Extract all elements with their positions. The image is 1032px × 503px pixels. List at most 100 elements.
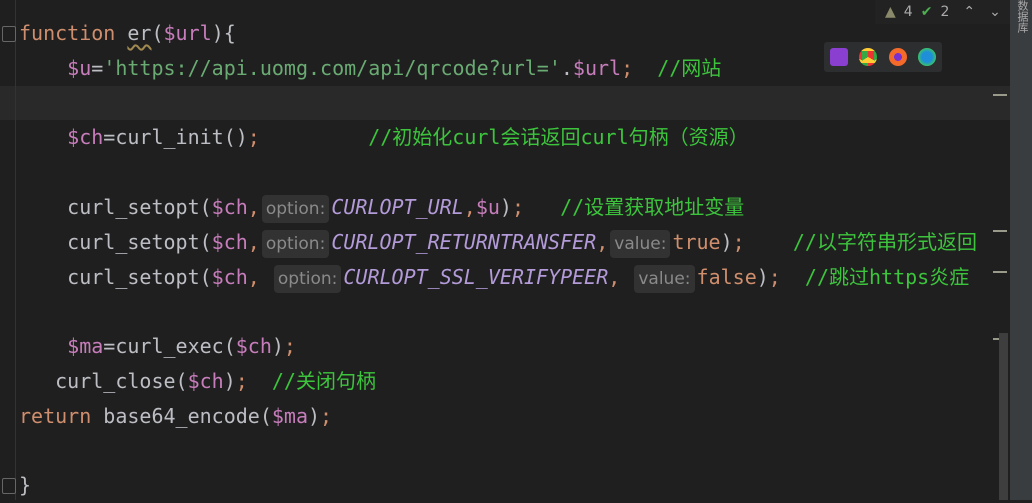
code-token: ) [271, 334, 284, 359]
code-token: ) [720, 229, 733, 254]
code-token: $u [475, 195, 500, 219]
code-token: ; [732, 229, 745, 254]
next-highlight-button[interactable]: ⌄ [989, 4, 1001, 20]
code-token: ; [511, 195, 524, 219]
error-stripe-mark[interactable] [993, 230, 1007, 232]
code-token: $ch [211, 229, 248, 254]
edge-icon[interactable] [918, 48, 937, 66]
right-tool-strip: 数据库 [1010, 0, 1032, 500]
code-line[interactable]: $ma=curl_exec($ch); [19, 329, 296, 364]
code-token: CURLOPT_URL [331, 195, 464, 219]
code-comment: //以字符串形式返回 [744, 229, 977, 254]
check-icon: ✔ [920, 4, 933, 20]
code-token: 'https://api.uomg.com/api/qrcode?url=' [103, 55, 561, 80]
code-line[interactable]: curl_setopt($ch, option: CURLOPT_URL,$u); … [19, 190, 744, 225]
firefox-icon[interactable] [888, 48, 907, 66]
code-token: ; [621, 55, 634, 80]
code-token: , [596, 229, 609, 254]
code-token: curl_setopt( [19, 229, 212, 254]
code-token: , [247, 195, 260, 219]
code-line[interactable]: return base64_encode($ma); [19, 399, 332, 434]
code-token: , [463, 195, 476, 219]
inspection-widget[interactable]: ▲ 4 ✔ 2 ⌃ ⌄ [875, 0, 1010, 24]
chrome-icon[interactable] [859, 48, 878, 66]
parameter-hint: option: [261, 229, 330, 258]
code-token: $url [572, 55, 622, 80]
browser-preview-bar [824, 42, 942, 72]
code-token: ) [499, 195, 512, 219]
parameter-hint: option: [273, 264, 342, 293]
code-token: CURLOPT_SSL_VERIFYPEER [343, 264, 609, 289]
code-token: CURLOPT_RETURNTRANSFER [331, 229, 597, 254]
code-token: ; [320, 403, 333, 428]
code-token: ; [283, 334, 296, 359]
code-token: curl_setopt( [19, 195, 212, 219]
error-stripe-mark[interactable] [993, 94, 1007, 96]
warning-icon: ▲ [885, 4, 896, 20]
code-comment: //关闭句柄 [247, 369, 376, 393]
code-line[interactable]: } [19, 468, 31, 503]
code-token: =curl_exec( [103, 334, 236, 359]
code-token: ) [223, 369, 236, 393]
database-tool-tab[interactable]: 数据库 [1014, 0, 1030, 33]
code-token: false [696, 264, 757, 289]
code-token: $u [67, 55, 92, 80]
code-line[interactable]: $ch=curl_init(); //初始化curl会话返回curl句柄（资源） [19, 120, 749, 155]
code-line[interactable]: curl_setopt($ch, option: CURLOPT_RETURNTRA… [19, 225, 977, 260]
code-token: curl_setopt( [19, 264, 212, 289]
code-token: = [91, 55, 104, 80]
code-token: $ch [187, 369, 224, 393]
fold-collapse-icon[interactable] [2, 26, 16, 42]
code-token: $ma [271, 403, 308, 428]
code-token: $ch [211, 195, 248, 219]
code-line[interactable]: function er($url){ [19, 16, 236, 51]
code-line[interactable]: $u='https://api.uomg.com/api/qrcode?url=… [19, 51, 721, 86]
code-token: $url [163, 21, 212, 45]
code-token: curl_close( [19, 369, 188, 393]
code-token: $ch [67, 125, 104, 150]
code-comment: //设置获取地址变量 [524, 195, 745, 219]
code-token: return [19, 403, 104, 428]
error-stripe-mark[interactable] [993, 271, 1007, 273]
parameter-hint: option: [261, 195, 330, 223]
code-comment: //跳过https炎症 [780, 264, 970, 289]
parameter-hint: value: [610, 229, 671, 258]
code-line[interactable]: curl_setopt($ch, option: CURLOPT_SSL_VERI… [19, 260, 969, 295]
code-token: , [247, 229, 260, 254]
code-comment: //初始化curl会话返回curl句柄（资源） [259, 125, 749, 150]
fold-end-icon[interactable] [2, 478, 16, 494]
code-token: , [608, 264, 633, 289]
code-token: base64_encode( [103, 403, 272, 428]
code-token: ( [151, 21, 164, 45]
vertical-scrollbar-thumb[interactable] [999, 333, 1008, 500]
code-line[interactable]: curl_close($ch); //关闭句柄 [19, 364, 376, 399]
code-token: true [672, 229, 721, 254]
code-token: $ch [211, 264, 248, 289]
code-token: } [19, 473, 32, 498]
code-token: ) [308, 403, 321, 428]
current-line-highlight [0, 86, 1010, 120]
code-token: , [247, 264, 272, 289]
code-comment: //网站 [633, 55, 722, 80]
code-token: $ma [67, 334, 104, 359]
gutter-divider [15, 0, 16, 500]
code-token: ) [756, 264, 769, 289]
code-token: $ch [235, 334, 272, 359]
check-count[interactable]: 2 [940, 4, 949, 20]
previous-highlight-button[interactable]: ⌃ [963, 4, 975, 20]
code-token: ; [235, 369, 248, 393]
phpstorm-icon[interactable] [829, 48, 848, 66]
code-token: . [560, 55, 573, 80]
code-token: function [19, 21, 128, 45]
code-editor[interactable]: function er($url){ $u='https://api.uomg.… [0, 0, 1010, 500]
code-token: ; [768, 264, 781, 289]
code-token: er [127, 21, 152, 45]
code-token: =curl_init() [103, 125, 248, 150]
code-token: ; [247, 125, 260, 150]
parameter-hint: value: [634, 264, 695, 293]
warning-count[interactable]: 4 [904, 4, 913, 20]
code-token: ){ [211, 21, 236, 45]
